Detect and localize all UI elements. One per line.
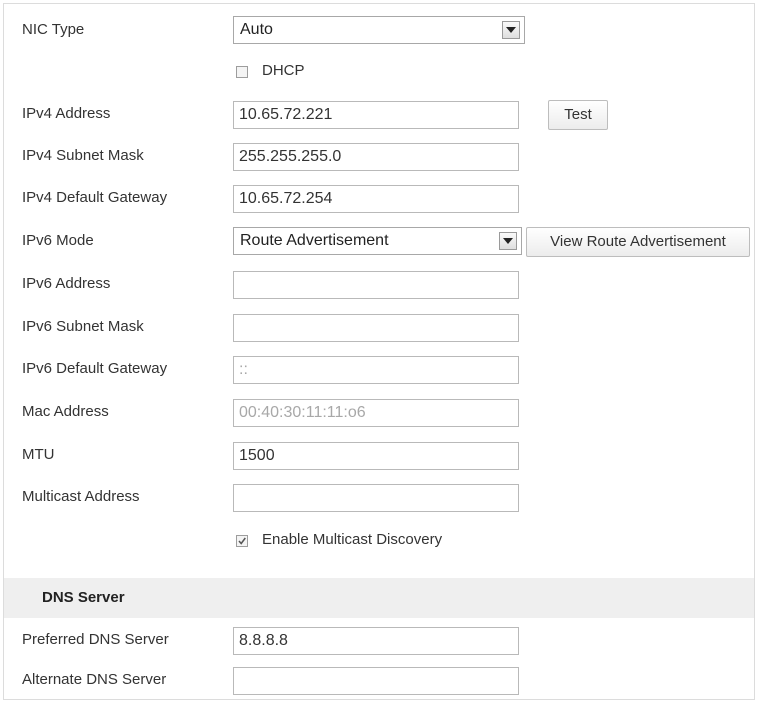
ipv6-subnet-mask-label: IPv6 Subnet Mask	[22, 318, 144, 335]
alternate-dns-row: Alternate DNS Server	[0, 664, 759, 698]
test-button[interactable]: Test	[548, 100, 608, 130]
ipv6-mode-value: Route Advertisement	[240, 232, 389, 249]
mac-address-input[interactable]: 00:40:30:11:11:o6	[233, 399, 519, 427]
view-route-advertisement-button[interactable]: View Route Advertisement	[526, 227, 750, 257]
ipv4-address-label: IPv4 Address	[22, 105, 111, 122]
mtu-row: MTU 1500	[0, 439, 759, 473]
dhcp-label: DHCP	[262, 62, 305, 79]
ipv6-default-gateway-input[interactable]: ::	[233, 356, 519, 384]
multicast-address-row: Multicast Address	[0, 481, 759, 515]
dhcp-row: DHCP	[0, 56, 759, 90]
dns-server-section-header: DNS Server	[4, 578, 754, 618]
alternate-dns-label: Alternate DNS Server	[22, 671, 167, 688]
ipv6-address-input[interactable]	[233, 271, 519, 299]
mtu-input[interactable]: 1500	[233, 442, 519, 470]
ipv6-subnet-mask-input[interactable]	[233, 314, 519, 342]
preferred-dns-input[interactable]: 8.8.8.8	[233, 627, 519, 655]
mac-address-row: Mac Address 00:40:30:11:11:o6	[0, 396, 759, 430]
ipv6-mode-select[interactable]: Route Advertisement	[233, 227, 522, 255]
ipv4-address-row: IPv4 Address 10.65.72.221 Test	[0, 98, 759, 132]
multicast-discovery-label: Enable Multicast Discovery	[262, 531, 443, 548]
ipv4-subnet-mask-input[interactable]: 255.255.255.0	[233, 143, 519, 171]
ipv6-default-gateway-label: IPv6 Default Gateway	[22, 360, 168, 377]
ipv4-default-gateway-input[interactable]: 10.65.72.254	[233, 185, 519, 213]
checkmark-icon	[238, 537, 246, 545]
multicast-discovery-row: Enable Multicast Discovery	[0, 525, 759, 559]
nic-type-value: Auto	[240, 21, 273, 38]
ipv6-address-label: IPv6 Address	[22, 275, 111, 292]
ipv6-default-gateway-row: IPv6 Default Gateway ::	[0, 353, 759, 387]
dns-server-section-title: DNS Server	[42, 589, 125, 606]
chevron-down-icon[interactable]	[499, 232, 517, 250]
ipv6-mode-label: IPv6 Mode	[22, 232, 94, 249]
ipv6-address-row: IPv6 Address	[0, 268, 759, 302]
multicast-address-input[interactable]	[233, 484, 519, 512]
alternate-dns-input[interactable]	[233, 667, 519, 695]
mac-address-label: Mac Address	[22, 403, 109, 420]
multicast-address-label: Multicast Address	[22, 488, 140, 505]
ipv4-subnet-mask-label: IPv4 Subnet Mask	[22, 147, 144, 164]
nic-type-row: NIC Type Auto	[0, 14, 759, 48]
chevron-down-icon[interactable]	[502, 21, 520, 39]
ipv6-mode-row: IPv6 Mode Route Advertisement View Route…	[0, 225, 759, 259]
ipv6-subnet-mask-row: IPv6 Subnet Mask	[0, 311, 759, 345]
preferred-dns-label: Preferred DNS Server	[22, 631, 169, 648]
ipv4-default-gateway-label: IPv4 Default Gateway	[22, 189, 168, 206]
ipv4-address-input[interactable]: 10.65.72.221	[233, 101, 519, 129]
nic-type-select[interactable]: Auto	[233, 16, 525, 44]
dhcp-checkbox[interactable]	[236, 66, 248, 78]
mtu-label: MTU	[22, 446, 55, 463]
nic-type-label: NIC Type	[22, 21, 85, 38]
preferred-dns-row: Preferred DNS Server 8.8.8.8	[0, 624, 759, 658]
multicast-discovery-checkbox[interactable]	[236, 535, 248, 547]
ipv4-subnet-mask-row: IPv4 Subnet Mask 255.255.255.0	[0, 140, 759, 174]
ipv4-default-gateway-row: IPv4 Default Gateway 10.65.72.254	[0, 182, 759, 216]
